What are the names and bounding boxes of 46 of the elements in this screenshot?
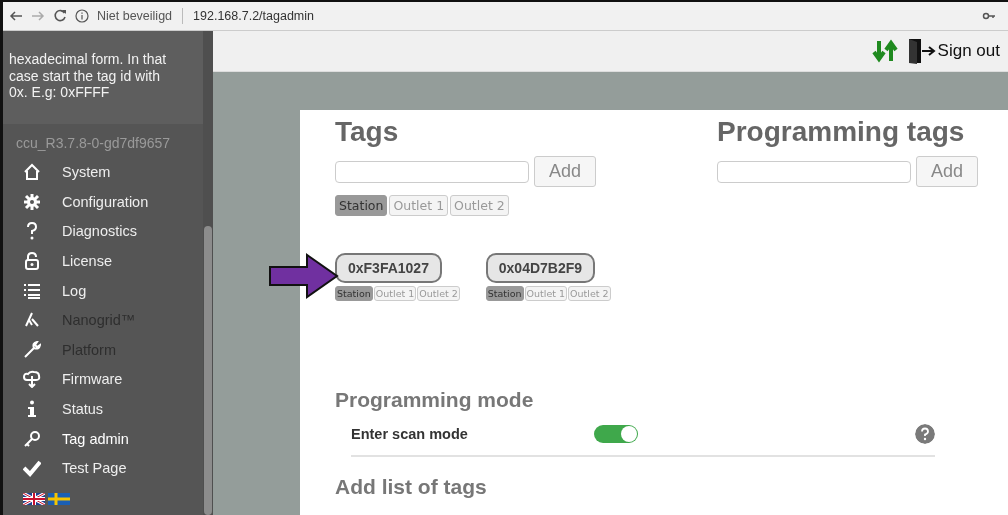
scan-mode-toggle[interactable] [594, 425, 638, 443]
help-icon[interactable] [915, 424, 935, 444]
cloud-download-icon [23, 370, 41, 389]
info-icon[interactable] [75, 9, 89, 23]
list-icon [23, 281, 41, 300]
add-button[interactable]: Add [916, 156, 979, 187]
nav-item[interactable]: Tag admin [3, 423, 203, 454]
checkmark-icon [23, 459, 41, 478]
nav-item[interactable]: Diagnostics [3, 216, 203, 247]
lock-icon [23, 251, 41, 270]
nav-item[interactable]: System [3, 157, 203, 187]
key-icon [23, 429, 41, 448]
back-icon[interactable] [9, 9, 23, 23]
nav-item[interactable]: Test Page [3, 453, 203, 484]
section-heading: Add list of tags [335, 475, 488, 499]
address-bar[interactable]: 192.168.7.2/tagadmin [193, 9, 314, 23]
programming-tags-heading: Programming tags [717, 116, 966, 148]
reload-icon[interactable] [53, 9, 67, 23]
home-icon [23, 163, 41, 181]
tags-heading: Tags [335, 116, 400, 148]
nav-item[interactable]: Firmware [3, 364, 203, 395]
sign-out-button[interactable]: Sign out [907, 38, 1000, 64]
nav-item[interactable]: Configuration [3, 186, 203, 217]
setting-label: Enter scan mode [351, 426, 469, 442]
outlet-toggle[interactable]: Station [335, 286, 373, 301]
tag-id-button[interactable]: 0x04D7B2F9 [485, 253, 596, 283]
exit-door-icon [907, 38, 936, 64]
outlet-toggle[interactable]: Station [335, 195, 388, 216]
section-heading: Programming mode [335, 388, 535, 412]
outlet-toggle[interactable]: Station [485, 286, 524, 301]
security-label: Niet beveiligd [97, 9, 173, 23]
sort-arrows-icon[interactable] [871, 39, 898, 63]
nav-item[interactable]: Status [3, 394, 203, 424]
nav-item[interactable]: License [3, 246, 203, 276]
version-label: ccu_R3.7.8-0-gd7df9657 [15, 134, 172, 154]
add-button[interactable]: Add [534, 156, 597, 187]
programming-tag-input-field[interactable] [717, 160, 911, 183]
uk-flag-icon[interactable] [23, 493, 45, 506]
settings-icon [23, 192, 41, 211]
wrench-icon [23, 340, 41, 359]
tag-id-button[interactable]: 0xF3FA1027 [335, 253, 442, 283]
help-text: hexadecimal form. In that case start the tag id with 0x. E.g: 0xFFFF [3, 31, 203, 125]
sweden-flag-icon[interactable] [48, 493, 70, 506]
tag-input-field[interactable] [335, 160, 529, 183]
scrollbar[interactable] [204, 226, 212, 515]
nav-item[interactable]: Log [3, 275, 203, 306]
